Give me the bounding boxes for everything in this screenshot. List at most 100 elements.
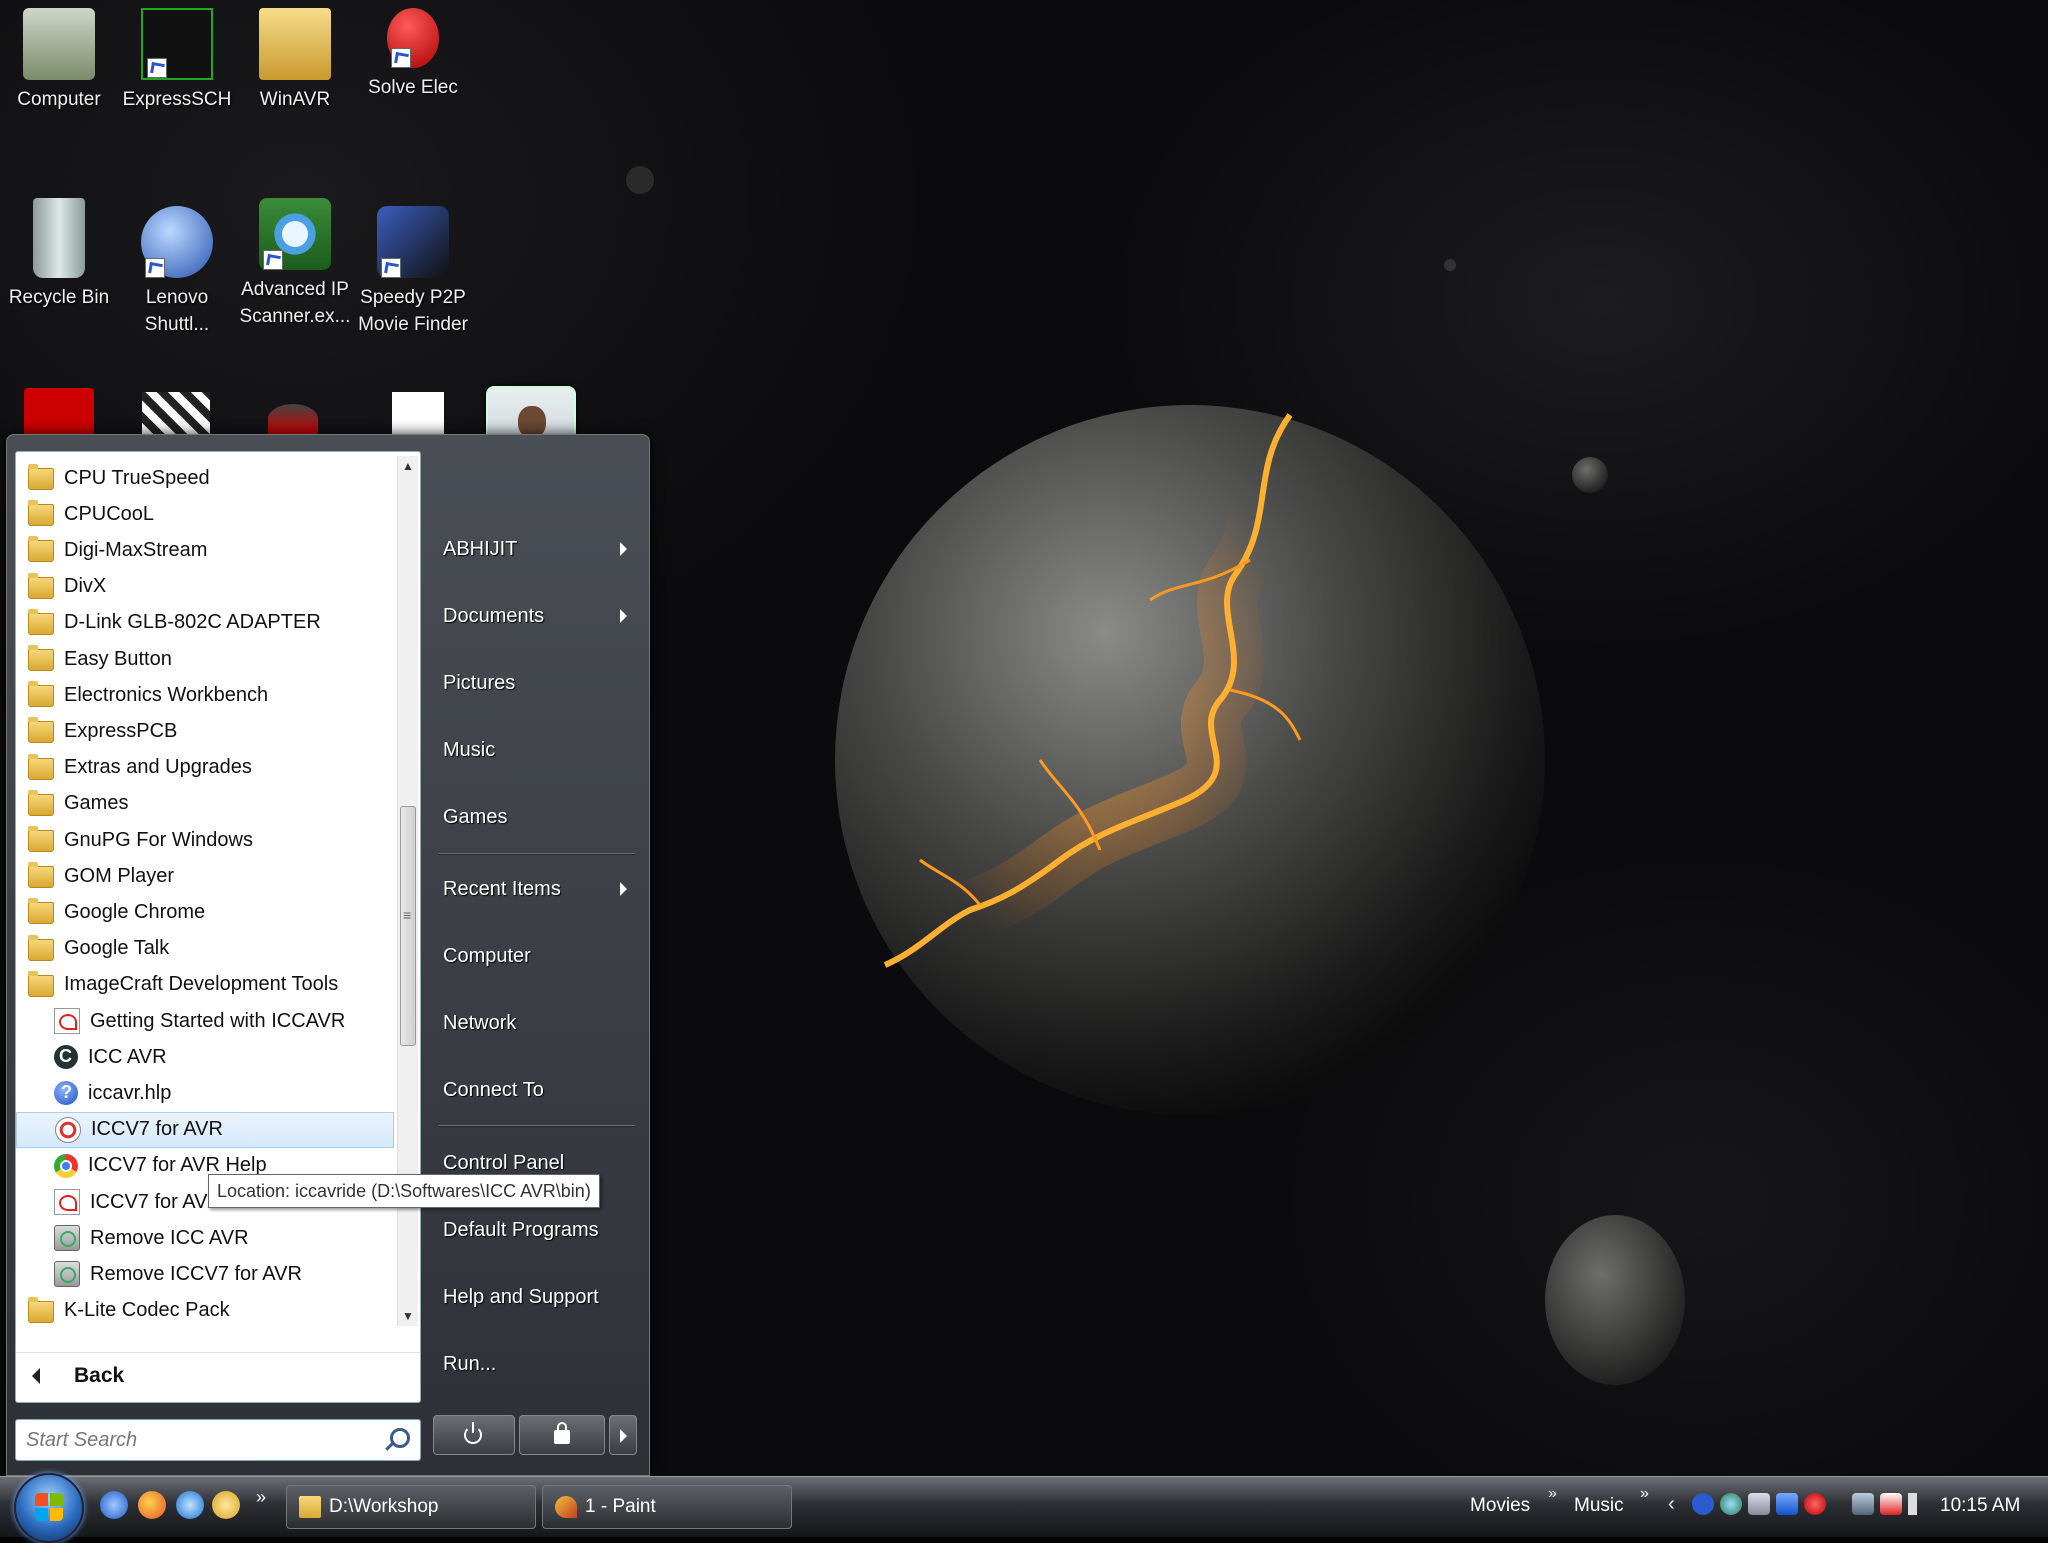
desktop-icon-expresssch[interactable]: ExpressSCH [118, 8, 236, 113]
program-label: ICCV7 for AVR [91, 1118, 223, 1141]
firefox-icon[interactable] [138, 1491, 166, 1519]
network-status-icon[interactable] [1852, 1493, 1874, 1515]
program-item[interactable]: Remove ICCV7 for AVR [16, 1256, 394, 1292]
search-icon[interactable] [390, 1428, 410, 1448]
program-item[interactable]: Digi-MaxStream [16, 532, 394, 568]
program-item[interactable]: Extras and Upgrades [16, 750, 394, 786]
movie-clapper-icon[interactable] [142, 392, 210, 434]
folder-icon [28, 826, 54, 852]
monitor-icon[interactable] [1748, 1493, 1770, 1515]
program-item[interactable]: Remove ICC AVR [16, 1220, 394, 1256]
program-item[interactable]: ImageCraft Development Tools [16, 967, 394, 1003]
start-menu: CPU TrueSpeed CPUCooL Digi-MaxStream DivX D-… [6, 434, 650, 1476]
tray-expand-icon[interactable]: ‹ [1668, 1493, 1675, 1516]
program-item[interactable]: ICC AVR [16, 1039, 394, 1075]
back-button[interactable]: Back [16, 1352, 420, 1399]
volume-icon[interactable] [1908, 1493, 1930, 1515]
taskbar-button-paint[interactable]: 1 - Paint [542, 1485, 792, 1529]
program-label: Extras and Upgrades [64, 756, 252, 779]
back-label: Back [74, 1364, 125, 1387]
desktop-icon-recycle-bin[interactable]: Recycle Bin [0, 198, 118, 311]
program-label: Electronics Workbench [64, 683, 269, 706]
start-link-default-programs[interactable]: Default Programs [443, 1210, 649, 1250]
toolbar-movies[interactable]: Movies [1470, 1495, 1530, 1517]
start-link-computer[interactable]: Computer [443, 936, 649, 976]
program-item[interactable]: Google Talk [16, 931, 394, 967]
shortcut-arrow-icon [145, 258, 165, 278]
folder-icon [28, 681, 54, 708]
shortcut-arrow-icon [381, 258, 401, 278]
desktop-icon-lenovo-shuttle[interactable]: Lenovo Shuttl... [118, 206, 236, 338]
start-search-input[interactable] [24, 1424, 368, 1456]
start-search-box[interactable] [15, 1419, 421, 1461]
help-icon [54, 1081, 78, 1106]
internet-explorer-icon[interactable] [176, 1491, 204, 1519]
taskbar-button-workshop[interactable]: D:\Workshop [286, 1485, 536, 1529]
quicklaunch-icon-1[interactable] [100, 1491, 128, 1519]
iccavr-icon [54, 1045, 78, 1070]
program-label: GOM Player [64, 864, 175, 887]
start-link-help-and-support[interactable]: Help and Support [443, 1277, 649, 1317]
quicklaunch-icon-4[interactable] [212, 1491, 240, 1519]
start-link-recent-items[interactable]: Recent Items [443, 869, 649, 909]
chevron-right-icon [620, 1429, 627, 1443]
start-menu-right-pane: ABHIJIT Documents Pictures Music Games Recent… [427, 435, 649, 1405]
lock-button[interactable] [519, 1415, 605, 1455]
antivirus-icon[interactable] [1804, 1493, 1826, 1515]
folder-icon [28, 789, 54, 816]
shutdown-options-button[interactable] [609, 1415, 637, 1455]
program-item[interactable]: iccavr.hlp [16, 1075, 394, 1111]
network-globe-icon[interactable] [1720, 1493, 1742, 1515]
program-item[interactable]: GOM Player [16, 858, 394, 894]
submenu-arrow-icon [620, 882, 627, 896]
tools-icon[interactable] [268, 404, 318, 434]
power-button[interactable] [433, 1415, 515, 1455]
document-icon[interactable] [392, 392, 444, 434]
start-link-games[interactable]: Games [443, 797, 649, 837]
submenu-arrow-icon [620, 609, 627, 623]
folder-icon [28, 862, 54, 889]
tray-app-icon[interactable] [1776, 1493, 1798, 1515]
lenovo-shuttle-icon [141, 206, 213, 278]
toolbar-music-overflow-icon[interactable]: » [1640, 1485, 1649, 1503]
program-item[interactable]: D-Link GLB-802C ADAPTER [16, 605, 394, 641]
scroll-down-arrow-icon[interactable]: ▼ [398, 1306, 418, 1326]
program-item[interactable]: K-Lite Codec Pack [16, 1293, 394, 1329]
toolbar-music[interactable]: Music [1574, 1495, 1624, 1517]
desktop-icon-advanced-ip-scanner[interactable]: Advanced IP Scanner.ex... [236, 198, 354, 330]
program-item[interactable]: CPUCooL [16, 496, 394, 532]
scroll-up-arrow-icon[interactable]: ▲ [398, 456, 418, 476]
start-link-network[interactable]: Network [443, 1003, 649, 1043]
desktop-icon-solve-elec[interactable]: Solve Elec [354, 8, 472, 101]
adobe-reader-icon[interactable] [24, 388, 94, 434]
toolbar-movies-overflow-icon[interactable]: » [1548, 1485, 1557, 1503]
start-link-music[interactable]: Music [443, 730, 649, 770]
program-item[interactable]: Easy Button [16, 641, 394, 677]
program-item[interactable]: CPU TrueSpeed [16, 460, 394, 496]
program-item[interactable]: Electronics Workbench [16, 677, 394, 713]
program-item[interactable]: Google Chrome [16, 894, 394, 930]
bluetooth-icon[interactable] [1692, 1493, 1714, 1515]
desktop-icon-computer[interactable]: Computer [0, 8, 118, 113]
scrollbar-thumb[interactable] [400, 806, 416, 1046]
start-link-documents[interactable]: Documents [443, 596, 649, 636]
program-label: D-Link GLB-802C ADAPTER [64, 611, 321, 634]
start-link-abhijit[interactable]: ABHIJIT [443, 529, 649, 569]
program-item[interactable]: Games [16, 786, 394, 822]
program-item[interactable]: ExpressPCB [16, 713, 394, 749]
program-label: Digi-MaxStream [64, 538, 208, 561]
start-link-connect-to[interactable]: Connect To [443, 1070, 649, 1110]
security-alert-icon[interactable] [1880, 1493, 1902, 1515]
start-link-run[interactable]: Run... [443, 1344, 649, 1384]
program-item[interactable]: DivX [16, 569, 394, 605]
quicklaunch-overflow-icon[interactable]: » [256, 1487, 266, 1508]
clock[interactable]: 10:15 AM [1940, 1495, 2020, 1517]
remove-icon [54, 1261, 80, 1288]
desktop-icon-winavr[interactable]: WinAVR [236, 8, 354, 113]
program-item[interactable]: ICCV7 for AVR [16, 1111, 394, 1148]
start-button[interactable] [14, 1473, 84, 1543]
program-item[interactable]: Getting Started with ICCAVR [16, 1003, 394, 1039]
desktop-icon-speedy-p2p[interactable]: Speedy P2P Movie Finder [354, 206, 472, 338]
start-link-pictures[interactable]: Pictures [443, 663, 649, 703]
program-item[interactable]: GnuPG For Windows [16, 822, 394, 858]
